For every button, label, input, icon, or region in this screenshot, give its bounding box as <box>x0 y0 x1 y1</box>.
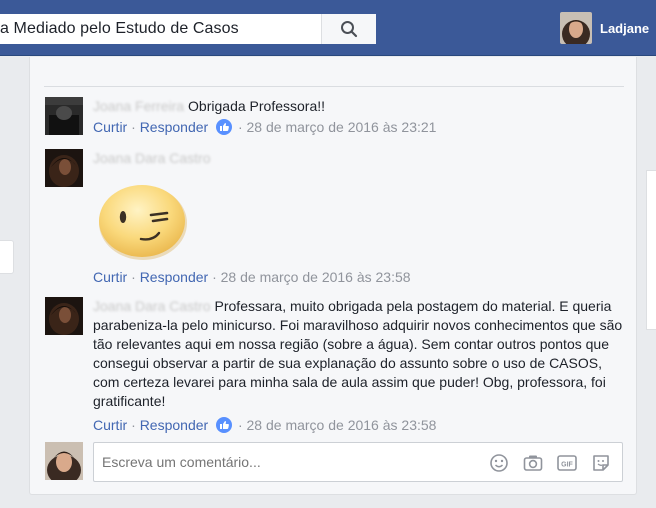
emoji-icon[interactable] <box>488 453 510 473</box>
sticker-icon[interactable] <box>590 453 612 473</box>
composer-tools: GIF <box>488 453 612 473</box>
reply-link[interactable]: Responder <box>140 417 209 433</box>
like-link[interactable]: Curtir <box>93 119 127 135</box>
gif-icon[interactable]: GIF <box>556 453 578 473</box>
avatar[interactable] <box>45 149 83 187</box>
avatar[interactable] <box>45 442 83 480</box>
action-separator: · <box>212 269 217 285</box>
avatar[interactable] <box>560 12 592 44</box>
comment-text: Obrigada Professora!! <box>188 98 326 114</box>
comment-body: Joana Dara Castro <box>93 149 623 168</box>
comment-actions: Curtir · Responder · 28 de março de 2016… <box>93 417 436 433</box>
top-navigation-bar: a Mediado pelo Estudo de Casos Ladjane <box>0 0 656 56</box>
comment-author[interactable]: Joana Ferreira <box>93 98 184 114</box>
comment-timestamp[interactable]: · 28 de março de 2016 às 23:58 <box>238 417 436 433</box>
comment-actions: Curtir · Responder · 28 de março de 2016… <box>93 119 436 135</box>
comment-body: Joana Dara Castro Professara, muito obrig… <box>93 297 623 411</box>
wink-emoji-sticker <box>97 181 189 261</box>
comment-text: Professara, muito obrigada pela postagem… <box>93 298 623 409</box>
action-separator: · <box>131 119 136 135</box>
avatar[interactable] <box>45 297 83 335</box>
user-name[interactable]: Ladjane <box>600 21 649 36</box>
comment-actions: Curtir · Responder · 28 de março de 2016… <box>93 269 411 285</box>
svg-text:GIF: GIF <box>561 462 573 469</box>
comment-timestamp[interactable]: 28 de março de 2016 às 23:58 <box>221 269 411 285</box>
comment-body: Joana Ferreira Obrigada Professora!! <box>93 97 623 116</box>
comments-section: Joana Ferreira Obrigada Professora!! Curt… <box>29 57 637 495</box>
search-box[interactable]: a Mediado pelo Estudo de Casos <box>0 14 376 44</box>
action-separator: · <box>131 417 136 433</box>
like-reaction-icon[interactable] <box>216 417 233 433</box>
like-link[interactable]: Curtir <box>93 417 127 433</box>
right-panel-edge <box>646 170 656 330</box>
comment-box[interactable]: GIF <box>93 442 623 482</box>
like-reaction-icon[interactable] <box>216 119 233 135</box>
like-link[interactable]: Curtir <box>93 269 127 285</box>
comment-timestamp[interactable]: · 28 de março de 2016 às 23:21 <box>238 119 436 135</box>
search-button[interactable] <box>321 14 376 44</box>
divider <box>44 86 624 87</box>
comment-author[interactable]: Joana Dara Castro <box>93 150 211 166</box>
avatar[interactable] <box>45 97 83 135</box>
search-input[interactable]: a Mediado pelo Estudo de Casos <box>0 20 321 38</box>
profile-link[interactable]: Ladjane <box>560 12 649 44</box>
search-icon <box>341 21 358 38</box>
comment-author[interactable]: Joana Dara Castro <box>93 298 211 314</box>
action-separator: · <box>131 269 136 285</box>
comment-input[interactable] <box>102 454 472 470</box>
camera-icon[interactable] <box>522 453 544 473</box>
reply-link[interactable]: Responder <box>140 119 209 135</box>
reply-link[interactable]: Responder <box>140 269 209 285</box>
left-panel-edge <box>0 240 14 274</box>
